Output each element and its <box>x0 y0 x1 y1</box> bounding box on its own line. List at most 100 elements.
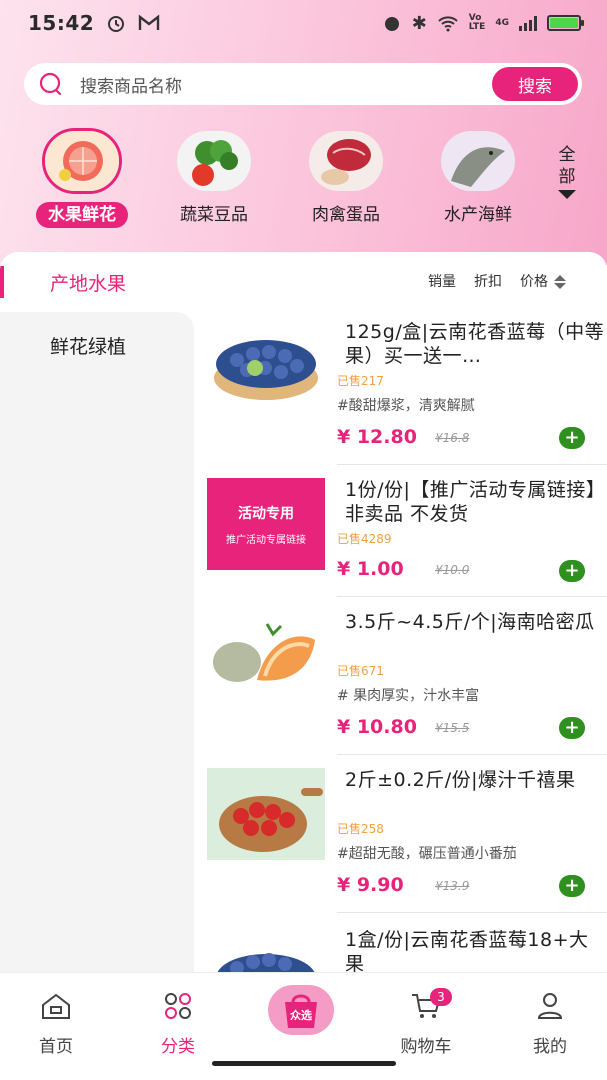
tab-label: 分类 <box>161 1037 195 1057</box>
divider <box>337 754 607 755</box>
sort-sales[interactable]: 销量 <box>428 271 456 291</box>
product-price: ¥ 9.90 <box>337 874 404 896</box>
search-button[interactable]: 搜索 <box>492 67 578 101</box>
category-label: 蔬菜豆品 <box>180 205 248 225</box>
grapefruit-image <box>42 128 122 194</box>
tab-label: 首页 <box>39 1037 73 1057</box>
category-vegetables[interactable]: 蔬菜豆品 <box>154 128 274 228</box>
product-price: ¥ 12.80 <box>337 426 417 448</box>
center-logo-text: 众选 <box>290 1009 312 1022</box>
blueberry-bowl-image <box>207 320 325 412</box>
add-to-cart-button[interactable]: + <box>559 560 585 582</box>
all-categories-button[interactable]: 全 部 <box>552 144 582 199</box>
search-icon <box>39 72 62 96</box>
hami-melon-image <box>207 610 325 702</box>
product-title: 3.5斤~4.5斤/个|海南哈密瓜 <box>345 611 595 633</box>
all-line-2: 部 <box>558 167 576 187</box>
cart-badge: 3 <box>430 988 452 1006</box>
sidebar-item-flowers-plants[interactable]: 鲜花绿植 <box>0 312 194 372</box>
home-icon <box>42 993 70 1019</box>
product-title: 1盒/份|云南花香蓝莓18+大果 <box>345 929 589 972</box>
home-indicator[interactable] <box>212 1061 396 1066</box>
product-original-price: ¥10.0 <box>435 563 470 577</box>
category-seafood[interactable]: 水产海鲜 <box>418 128 538 228</box>
gmail-icon <box>138 14 160 30</box>
product-card[interactable]: 125g/盒|云南花香蓝莓（中等果）买一送一… 已售217 #酸甜爆浆，清爽解腻… <box>207 320 607 466</box>
product-tag: #酸甜爆浆，清爽解腻 <box>337 398 475 414</box>
battery-icon <box>547 15 584 31</box>
tab-mine[interactable]: 我的 <box>510 991 590 1057</box>
sort-options: 销量 折扣 价格 <box>428 271 566 291</box>
fish-image <box>438 128 518 194</box>
sort-arrows-icon <box>554 275 566 289</box>
chevron-down-icon <box>558 190 576 199</box>
product-card[interactable]: 1盒/份|云南花香蓝莓18+大果 <box>207 928 607 972</box>
product-title: 125g/盒|云南花香蓝莓（中等果）买一送一… <box>345 321 605 367</box>
category-row: 水果鲜花 蔬菜豆品 肉禽蛋品 水产海鲜 全 部 <box>0 128 607 233</box>
category-meat-eggs[interactable]: 肉禽蛋品 <box>286 128 406 228</box>
product-card[interactable]: 活动专用 推广活动专属链接 1份/份|【推广活动专属链接】非卖品 不发货 已售4… <box>207 478 607 624</box>
search-bar[interactable]: 搜索商品名称 搜索 <box>24 63 582 105</box>
product-card[interactable]: 2斤±0.2斤/份|爆汁千禧果 已售258 #超甜无酸，碾压普通小番茄 ¥ 9.… <box>207 768 607 914</box>
product-tag: # 果肉厚实，汁水丰富 <box>337 688 480 704</box>
category-label: 肉禽蛋品 <box>312 205 380 225</box>
sidebar-item-label: 鲜花绿植 <box>50 336 127 358</box>
alarm-clock-icon <box>384 17 399 31</box>
product-card[interactable]: 3.5斤~4.5斤/个|海南哈密瓜 已售671 # 果肉厚实，汁水丰富 ¥ 10… <box>207 610 607 756</box>
product-sold: 已售671 <box>337 664 384 678</box>
volte-icon: Vo LTE <box>468 13 486 32</box>
product-price: ¥ 10.80 <box>337 716 417 738</box>
product-original-price: ¥15.5 <box>435 721 470 735</box>
sort-price-label: 价格 <box>520 274 548 290</box>
divider <box>337 464 607 465</box>
blueberry-bowl-image <box>207 928 325 972</box>
promo-banner: 活动专用 推广活动专属链接 <box>207 478 325 570</box>
product-sold: 已售217 <box>337 374 384 388</box>
tab-cart[interactable]: 3 购物车 <box>386 988 466 1057</box>
center-shopping-bag-button[interactable]: 众选 <box>268 985 334 1035</box>
category-label: 水产海鲜 <box>444 205 512 225</box>
tab-category[interactable]: 分类 <box>138 991 218 1057</box>
sidebar: 鲜花绿植 <box>0 312 194 972</box>
all-line-1: 全 <box>558 145 576 165</box>
product-original-price: ¥16.8 <box>435 431 470 445</box>
product-price: ¥ 1.00 <box>337 558 404 580</box>
category-grid-icon <box>165 993 191 1019</box>
alarm-icon <box>108 16 125 32</box>
wifi-icon <box>438 16 458 32</box>
promo-line-1: 活动专用 <box>238 505 294 522</box>
status-bar: 15:42 ✱ Vo LTE 4G <box>0 0 607 46</box>
sidebar-item-label: 产地水果 <box>50 273 127 295</box>
product-title: 1份/份|【推广活动专属链接】非卖品 不发货 <box>345 479 596 525</box>
sort-discount[interactable]: 折扣 <box>474 271 502 291</box>
promo-line-2: 推广活动专属链接 <box>226 534 306 546</box>
active-indicator <box>0 266 4 298</box>
user-icon <box>537 993 563 1019</box>
product-sold: 已售258 <box>337 822 384 836</box>
product-sold: 已售4289 <box>337 532 392 546</box>
add-to-cart-button[interactable]: + <box>559 875 585 897</box>
network-type: 4G <box>495 18 509 28</box>
category-fruits-flowers[interactable]: 水果鲜花 <box>22 128 142 228</box>
product-title: 2斤±0.2斤/份|爆汁千禧果 <box>345 769 576 791</box>
add-to-cart-button[interactable]: + <box>559 717 585 739</box>
tab-home[interactable]: 首页 <box>16 991 96 1057</box>
tab-label: 我的 <box>533 1037 567 1057</box>
signal-icon <box>519 15 537 31</box>
tab-label: 购物车 <box>400 1037 452 1057</box>
search-input[interactable]: 搜索商品名称 <box>80 72 492 97</box>
sidebar-item-origin-fruits[interactable]: 产地水果 <box>0 252 194 312</box>
cherry-tomato-image <box>207 768 325 860</box>
divider <box>337 912 607 913</box>
add-to-cart-button[interactable]: + <box>559 427 585 449</box>
status-time: 15:42 <box>28 11 95 35</box>
product-original-price: ¥13.9 <box>435 879 470 893</box>
content-panel: 产地水果 鲜花绿植 销量 折扣 价格 125g/盒|云南花香蓝莓（中等果）买一送… <box>0 252 607 972</box>
product-tag: #超甜无酸，碾压普通小番茄 <box>337 846 517 862</box>
meat-image <box>306 128 386 194</box>
bluetooth-icon: ✱ <box>411 12 427 34</box>
sort-price[interactable]: 价格 <box>520 271 566 291</box>
divider <box>337 596 607 597</box>
broccoli-tomato-image <box>174 128 254 194</box>
category-label: 水果鲜花 <box>36 202 128 228</box>
